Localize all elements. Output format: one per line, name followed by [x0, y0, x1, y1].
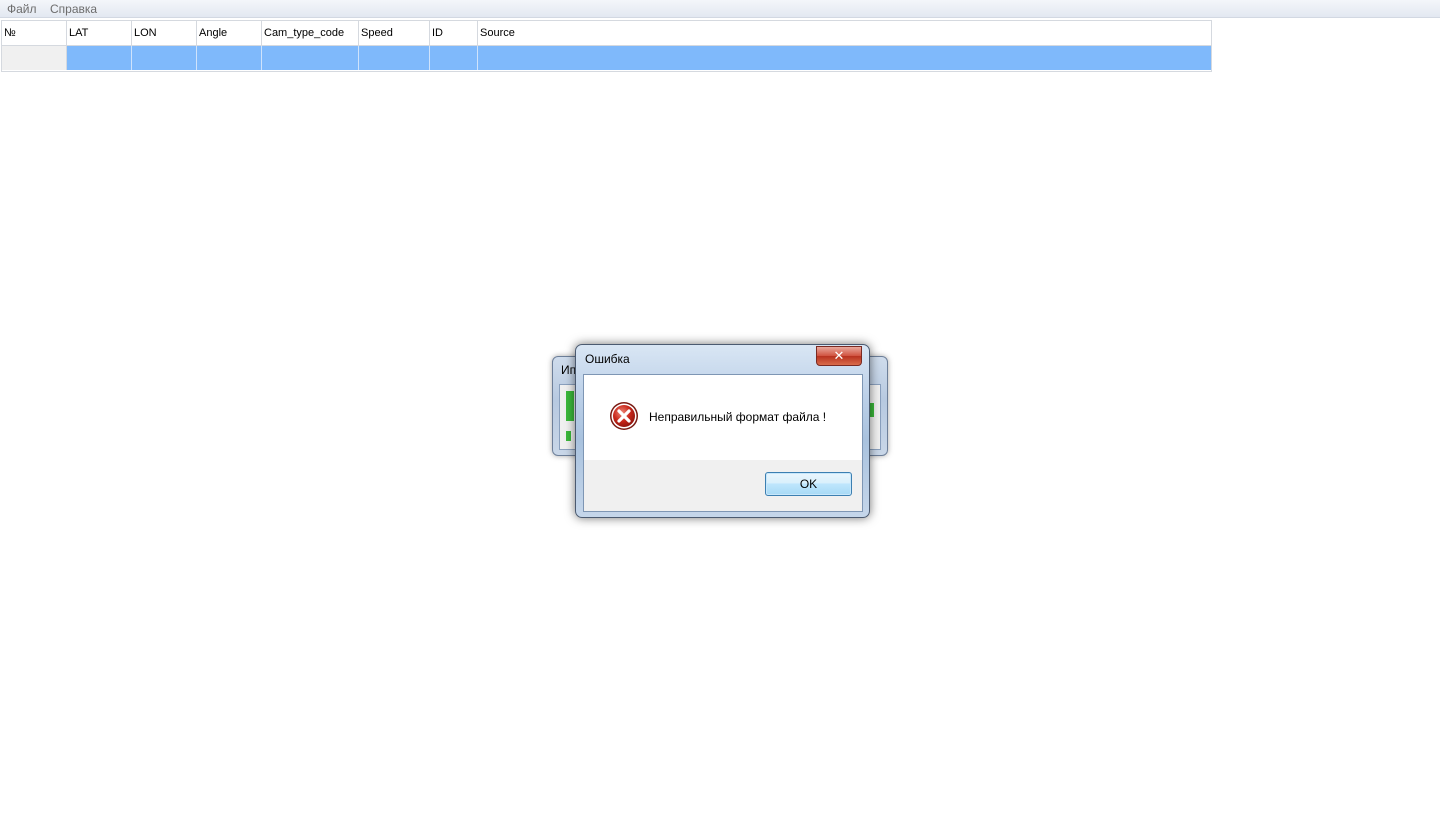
cell-speed[interactable] — [359, 46, 430, 70]
error-dialog-footer: OK — [584, 460, 862, 511]
column-header-number[interactable]: № — [2, 21, 67, 45]
column-header-speed[interactable]: Speed — [359, 21, 430, 45]
close-icon: ✕ — [833, 348, 845, 363]
cell-cam-type-code[interactable] — [262, 46, 359, 70]
menu-file[interactable]: Файл — [7, 2, 37, 16]
progress-bar-edge — [870, 403, 874, 417]
cell-angle[interactable] — [197, 46, 262, 70]
error-dialog-title: Ошибка — [585, 352, 630, 366]
cell-lon[interactable] — [132, 46, 197, 70]
close-button[interactable]: ✕ — [816, 346, 862, 366]
cell-lat[interactable] — [67, 46, 132, 70]
import-dialog-title: Ип — [561, 363, 577, 377]
grid-header: № LAT LON Angle Cam_type_code Speed ID S… — [2, 21, 1211, 46]
column-header-id[interactable]: ID — [430, 21, 478, 45]
column-header-angle[interactable]: Angle — [197, 21, 262, 45]
menu-help[interactable]: Справка — [50, 2, 97, 16]
progress-bar-secondary — [566, 431, 571, 441]
error-icon — [610, 402, 638, 430]
column-header-lon[interactable]: LON — [132, 21, 197, 45]
column-header-source[interactable]: Source — [478, 21, 1211, 45]
cell-id[interactable] — [430, 46, 478, 70]
data-grid: № LAT LON Angle Cam_type_code Speed ID S… — [1, 20, 1212, 72]
table-row[interactable] — [2, 46, 1211, 70]
row-header[interactable] — [2, 46, 67, 70]
column-header-lat[interactable]: LAT — [67, 21, 132, 45]
error-dialog: Ошибка ✕ Неправильный формат файла ! OK — [575, 344, 870, 518]
ok-button[interactable]: OK — [765, 472, 852, 496]
progress-bar — [566, 391, 574, 421]
menu-bar: Файл Справка — [0, 0, 1440, 18]
cell-source[interactable] — [478, 46, 1211, 70]
error-dialog-body: Неправильный формат файла ! OK — [583, 374, 863, 512]
error-message: Неправильный формат файла ! — [649, 410, 827, 424]
column-header-cam-type-code[interactable]: Cam_type_code — [262, 21, 359, 45]
